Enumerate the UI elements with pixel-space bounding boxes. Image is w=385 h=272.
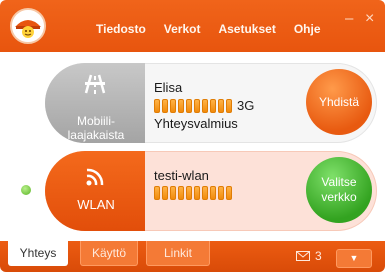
signal-bar	[154, 186, 160, 200]
signal-bar	[162, 98, 168, 113]
mobile-signal-strength: 3G	[154, 98, 254, 113]
signal-bar	[218, 186, 224, 200]
mobile-broadband-label-text: Mobiili- laajakaista	[67, 114, 125, 142]
tab-linkit[interactable]: Linkit	[146, 241, 210, 266]
signal-bar	[194, 98, 200, 113]
close-button[interactable]: ×	[365, 11, 374, 27]
mobile-broadband-tile[interactable]: Mobiili- laajakaista	[45, 63, 145, 143]
chevron-down-icon: ▼	[349, 253, 359, 263]
app-window: Tiedosto Verkot Asetukset Ohje – × Mobii…	[0, 0, 385, 272]
signal-bar	[154, 98, 160, 113]
signal-bar	[186, 98, 192, 113]
signal-bar	[226, 98, 232, 113]
mobile-network-name: Elisa	[154, 80, 183, 95]
envelope-icon	[296, 251, 310, 261]
connect-button-label: Yhdistä	[318, 94, 360, 109]
wlan-signal-strength	[154, 186, 234, 200]
bottom-bar: Yhteys Käyttö Linkit 3 ▼	[0, 241, 385, 272]
signal-bar	[218, 98, 224, 113]
app-logo-icon	[12, 10, 44, 42]
signal-bar	[202, 98, 208, 113]
mobile-broadband-label: Mobiili- laajakaista	[51, 100, 141, 142]
menu-verkot[interactable]: Verkot	[164, 22, 201, 36]
title-bar[interactable]: Tiedosto Verkot Asetukset Ohje – ×	[0, 0, 385, 52]
network-technology: 3G	[237, 98, 255, 113]
tab-kaytto[interactable]: Käyttö	[80, 241, 138, 266]
menu-asetukset[interactable]: Asetukset	[218, 22, 275, 36]
expand-button[interactable]: ▼	[336, 249, 372, 268]
signal-bar	[178, 186, 184, 200]
highway-icon	[84, 74, 106, 94]
wifi-icon	[86, 168, 104, 186]
menu-ohje[interactable]: Ohje	[294, 22, 321, 36]
connect-button[interactable]: Yhdistä	[306, 69, 372, 135]
signal-bar	[186, 186, 192, 200]
menu-tiedosto[interactable]: Tiedosto	[96, 22, 146, 36]
signal-bar	[162, 186, 168, 200]
tab-yhteys[interactable]: Yhteys	[8, 241, 68, 266]
select-network-button[interactable]: Valitse verkko	[306, 157, 372, 223]
signal-bar	[194, 186, 200, 200]
signal-bar	[170, 98, 176, 113]
message-count: 3	[315, 249, 322, 263]
wlan-tile[interactable]: WLAN	[45, 151, 145, 231]
connection-row-mobile: Mobiili- laajakaista Elisa 3G Yhteysvalm…	[45, 63, 377, 143]
active-connection-indicator	[21, 185, 31, 195]
signal-bar	[170, 186, 176, 200]
signal-bar	[210, 98, 216, 113]
signal-bar	[210, 186, 216, 200]
select-network-label: Valitse verkko	[321, 175, 357, 204]
connections-panel: Mobiili- laajakaista Elisa 3G Yhteysvalm…	[7, 55, 378, 237]
wlan-label: WLAN	[77, 197, 115, 212]
signal-bar	[226, 186, 232, 200]
signal-bar	[202, 186, 208, 200]
app-logo	[10, 8, 46, 44]
connection-status: Yhteysvalmius	[154, 116, 238, 131]
connection-row-wlan: WLAN testi-wlan Valitse verkko	[45, 151, 377, 231]
messages-indicator[interactable]: 3	[296, 249, 322, 263]
minimize-button[interactable]: –	[345, 11, 353, 26]
wlan-network-name: testi-wlan	[154, 168, 209, 183]
menu-bar: Tiedosto Verkot Asetukset Ohje	[96, 22, 339, 36]
signal-bar	[178, 98, 184, 113]
